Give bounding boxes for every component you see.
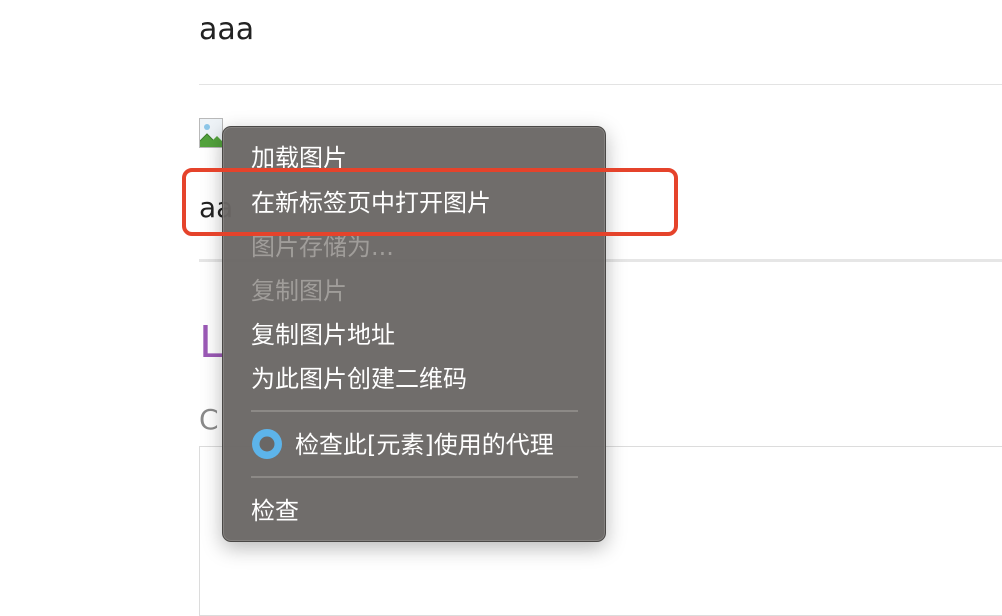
menu-item-inspect-proxy[interactable]: 检查此[元素]使用的代理 bbox=[251, 426, 554, 464]
menu-item-copy-image[interactable]: 复制图片 bbox=[251, 272, 347, 310]
menu-item-inspect[interactable]: 检查 bbox=[251, 492, 299, 530]
menu-separator bbox=[251, 410, 578, 412]
menu-item-create-qr-code[interactable]: 为此图片创建二维码 bbox=[251, 360, 467, 398]
menu-item-copy-image-address[interactable]: 复制图片地址 bbox=[251, 316, 395, 354]
highlight-annotation bbox=[182, 168, 678, 236]
page-subheading: C bbox=[199, 403, 219, 436]
divider bbox=[199, 84, 1002, 85]
menu-item-label: 图片存储为... bbox=[251, 233, 394, 261]
menu-separator bbox=[251, 476, 578, 478]
menu-item-label: 为此图片创建二维码 bbox=[251, 365, 467, 393]
menu-item-label: 检查 bbox=[251, 497, 299, 525]
menu-item-label: 检查此[元素]使用的代理 bbox=[295, 431, 554, 459]
page-text-aaa: aaa bbox=[199, 12, 255, 47]
menu-item-label: 复制图片地址 bbox=[251, 321, 395, 349]
page-heading: L bbox=[199, 317, 224, 368]
proxy-extension-icon bbox=[251, 428, 283, 460]
broken-image-icon[interactable] bbox=[199, 118, 223, 148]
menu-item-label: 复制图片 bbox=[251, 277, 347, 305]
